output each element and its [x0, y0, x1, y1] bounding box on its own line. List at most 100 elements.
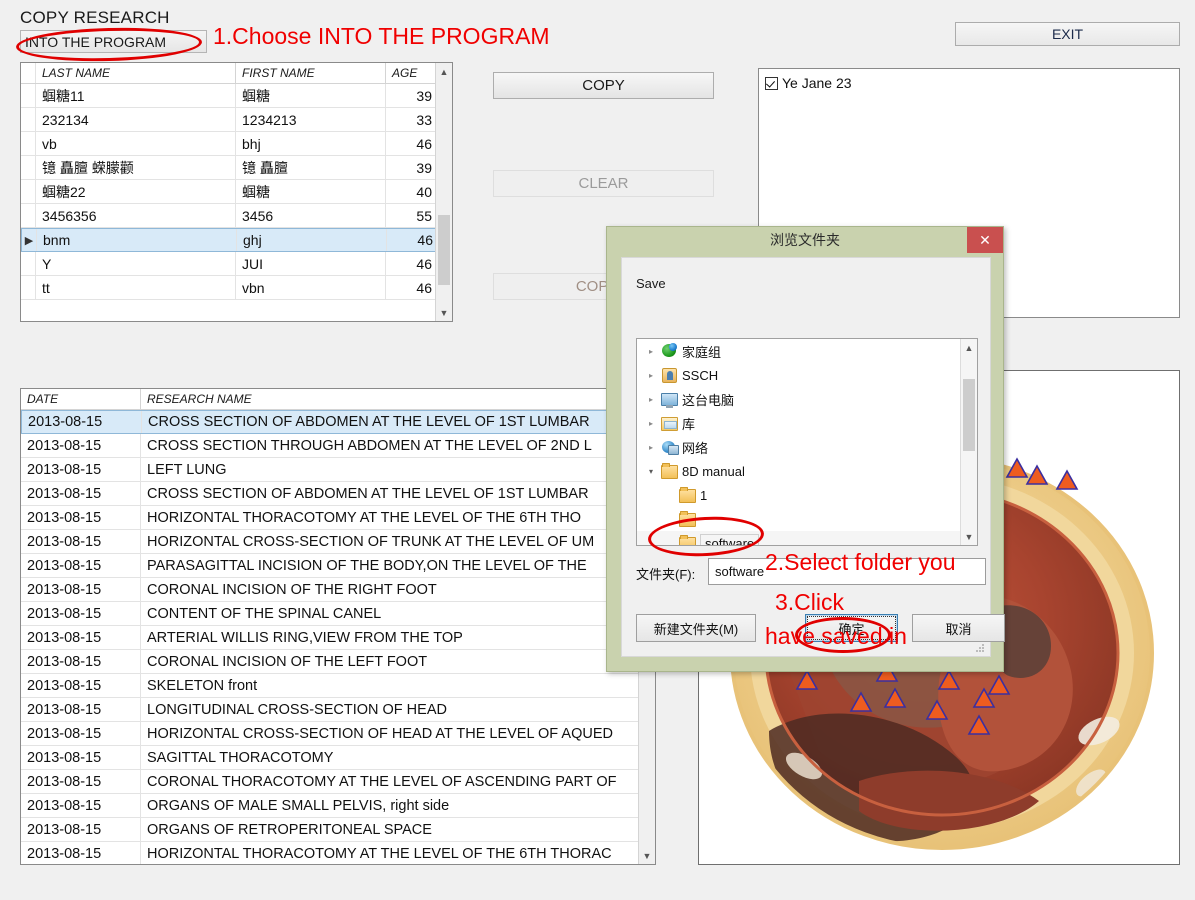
research-data-grid[interactable]: DATE RESEARCH NAME 2013-08-15 CROSS SECTI… [20, 388, 656, 865]
cell-date: 2013-08-15 [21, 650, 141, 673]
people-grid-scrollbar[interactable]: ▲ ▼ [435, 63, 452, 321]
table-row[interactable]: 2013-08-15 CORONAL INCISION OF THE RIGHT … [21, 578, 655, 602]
scrollbar-thumb[interactable] [438, 215, 450, 285]
table-row[interactable]: 2013-08-15 CONTENT OF THE SPINAL CANEL [21, 602, 655, 626]
table-row[interactable]: 2013-08-15 LEFT LUNG [21, 458, 655, 482]
folder-tree-item[interactable]: ▸ 库 [637, 411, 977, 435]
cell-last-name: Y [36, 252, 236, 275]
folder-tree-item-label: 库 [682, 416, 696, 432]
folder-field-label: 文件夹(F): [636, 567, 696, 582]
table-row[interactable]: 3456356 3456 55 [21, 204, 452, 228]
column-header-date[interactable]: DATE [21, 389, 141, 409]
table-row[interactable]: 2013-08-15 HORIZONTAL THORACOTOMY AT THE … [21, 842, 655, 864]
table-row[interactable]: 2013-08-15 SKELETON front [21, 674, 655, 698]
cell-last-name: 蝈糖22 [36, 180, 236, 203]
cell-age: 39 [416, 87, 432, 104]
network-icon [659, 439, 679, 455]
table-row[interactable]: 2013-08-15 SAGITTAL THORACOTOMY [21, 746, 655, 770]
checkbox-checked-icon[interactable] [765, 76, 778, 90]
cell-date: 2013-08-15 [21, 506, 141, 529]
table-row[interactable]: 2013-08-15 CROSS SECTION OF ABDOMEN AT TH… [21, 482, 655, 506]
folder-tree-item-label: 网络 [682, 440, 709, 456]
scroll-up-arrow-icon[interactable]: ▲ [961, 339, 977, 356]
row-marker [21, 132, 36, 155]
cell-first-name: 3456 [236, 204, 386, 227]
table-row[interactable]: 2013-08-15 PARASAGITTAL INCISION OF THE B… [21, 554, 655, 578]
table-row[interactable]: 2013-08-15 HORIZONTAL CROSS-SECTION OF HE… [21, 722, 655, 746]
cell-research-name: HORIZONTAL THORACOTOMY AT THE LEVEL OF T… [147, 845, 612, 862]
scroll-down-arrow-icon[interactable]: ▼ [961, 528, 977, 545]
tree-expander-icon[interactable]: ▾ [643, 467, 659, 476]
folder-tree-item[interactable]: ▾ 8D manual [637, 459, 977, 483]
table-row[interactable]: 2013-08-15 LONGITUDINAL CROSS-SECTION OF … [21, 698, 655, 722]
cell-age: 55 [416, 207, 432, 224]
folder-icon [659, 463, 679, 479]
column-header-first-name[interactable]: FIRST NAME [236, 63, 386, 83]
column-header-research-name[interactable]: RESEARCH NAME [141, 389, 621, 409]
people-data-grid[interactable]: LAST NAME FIRST NAME AGE 蝈糖11 蝈糖 39 232134 1… [20, 62, 453, 322]
cell-date: 2013-08-15 [21, 722, 141, 745]
folder-tree-item[interactable]: ▸ 这台电脑 [637, 387, 977, 411]
table-row[interactable]: 2013-08-15 ARTERIAL WILLIS RING,VIEW FROM… [21, 626, 655, 650]
cell-first-name: 蝈糖 [236, 180, 386, 203]
cell-research-name: ARTERIAL WILLIS RING,VIEW FROM THE TOP [147, 629, 463, 646]
cell-research-name: CROSS SECTION OF ABDOMEN AT THE LEVEL OF… [147, 485, 589, 502]
table-row[interactable]: Y JUI 46 [21, 252, 452, 276]
resize-grip-icon[interactable] [976, 644, 984, 652]
people-grid-body: 蝈糖11 蝈糖 39 232134 1234213 33 vb bhj 46 镱 矗膻 蝾朦颧镱… [21, 84, 452, 300]
copy-button[interactable]: COPY [493, 72, 714, 99]
folder-tree-item-label: SSCH [682, 367, 719, 383]
scrollbar-thumb[interactable] [963, 379, 975, 451]
table-row[interactable]: ▶ bnm ghj 46 [21, 228, 452, 252]
folder-tree-item[interactable]: ▸ 网络 [637, 435, 977, 459]
row-marker [21, 108, 36, 131]
folder-tree-item[interactable]: ▸ SSCH [637, 363, 977, 387]
table-row[interactable]: 2013-08-15 CORONAL INCISION OF THE LEFT F… [21, 650, 655, 674]
cell-research-name: CROSS SECTION THROUGH ABDOMEN AT THE LEV… [147, 437, 592, 454]
table-row[interactable]: 蝈糖11 蝈糖 39 [21, 84, 452, 108]
cell-date: 2013-08-15 [21, 458, 141, 481]
table-row[interactable]: vb bhj 46 [21, 132, 452, 156]
table-row[interactable]: 2013-08-15 CROSS SECTION OF ABDOMEN AT TH… [21, 410, 655, 434]
list-item[interactable]: Ye Jane 23 [765, 75, 1179, 91]
cell-date: 2013-08-15 [21, 818, 141, 841]
table-row[interactable]: 2013-08-15 ORGANS OF MALE SMALL PELVIS, r… [21, 794, 655, 818]
folder-tree-scrollbar[interactable]: ▲ ▼ [960, 339, 977, 545]
new-folder-button[interactable]: 新建文件夹(M) [636, 614, 756, 642]
scroll-down-arrow-icon[interactable]: ▼ [436, 304, 452, 321]
column-header-last-name[interactable]: LAST NAME [36, 63, 236, 83]
tree-expander-icon[interactable]: ▸ [643, 419, 659, 428]
cell-date: 2013-08-15 [21, 626, 141, 649]
folder-tree-item-label: 这台电脑 [682, 392, 735, 408]
exit-button[interactable]: EXIT [955, 22, 1180, 46]
cell-first-name: 镱 矗膻 [236, 156, 386, 179]
table-row[interactable]: 232134 1234213 33 [21, 108, 452, 132]
table-row[interactable]: tt vbn 46 [21, 276, 452, 300]
clear-button[interactable]: CLEAR [493, 170, 714, 197]
table-row[interactable]: 蝈糖22 蝈糖 40 [21, 180, 452, 204]
table-row[interactable]: 2013-08-15 HORIZONTAL CROSS-SECTION OF TR… [21, 530, 655, 554]
scroll-down-arrow-icon[interactable]: ▼ [639, 847, 655, 864]
table-row[interactable]: 镱 矗膻 蝾朦颧镱 矗膻 39 [21, 156, 452, 180]
scroll-up-arrow-icon[interactable]: ▲ [436, 63, 452, 80]
table-row[interactable]: 2013-08-15 CROSS SECTION THROUGH ABDOMEN … [21, 434, 655, 458]
cell-date: 2013-08-15 [21, 770, 141, 793]
table-row[interactable]: 2013-08-15 CORONAL THORACOTOMY AT THE LEV… [21, 770, 655, 794]
table-row[interactable]: 2013-08-15 HORIZONTAL THORACOTOMY AT THE … [21, 506, 655, 530]
tree-expander-icon[interactable]: ▸ [643, 371, 659, 380]
page-title: COPY RESEARCH [20, 8, 170, 27]
research-grid-body: 2013-08-15 CROSS SECTION OF ABDOMEN AT TH… [21, 410, 655, 864]
tree-expander-icon[interactable]: ▸ [643, 443, 659, 452]
tree-expander-icon[interactable]: ▸ [643, 347, 659, 356]
cell-research-name: CROSS SECTION OF ABDOMEN AT THE LEVEL OF… [148, 414, 590, 430]
cell-date: 2013-08-15 [21, 554, 141, 577]
close-icon[interactable]: ✕ [967, 227, 1003, 253]
cell-research-name: HORIZONTAL THORACOTOMY AT THE LEVEL OF T… [147, 509, 582, 526]
folder-tree-item[interactable]: ▸ 家庭组 [637, 339, 977, 363]
cell-research-name: CORONAL INCISION OF THE RIGHT FOOT [147, 581, 437, 598]
annotation-step-2-line1: 2.Select folder you [765, 548, 956, 575]
cell-date: 2013-08-15 [21, 842, 141, 864]
tree-expander-icon[interactable]: ▸ [643, 395, 659, 404]
table-row[interactable]: 2013-08-15 ORGANS OF RETROPERITONEAL SPAC… [21, 818, 655, 842]
column-header-age[interactable]: AGE [386, 63, 438, 83]
